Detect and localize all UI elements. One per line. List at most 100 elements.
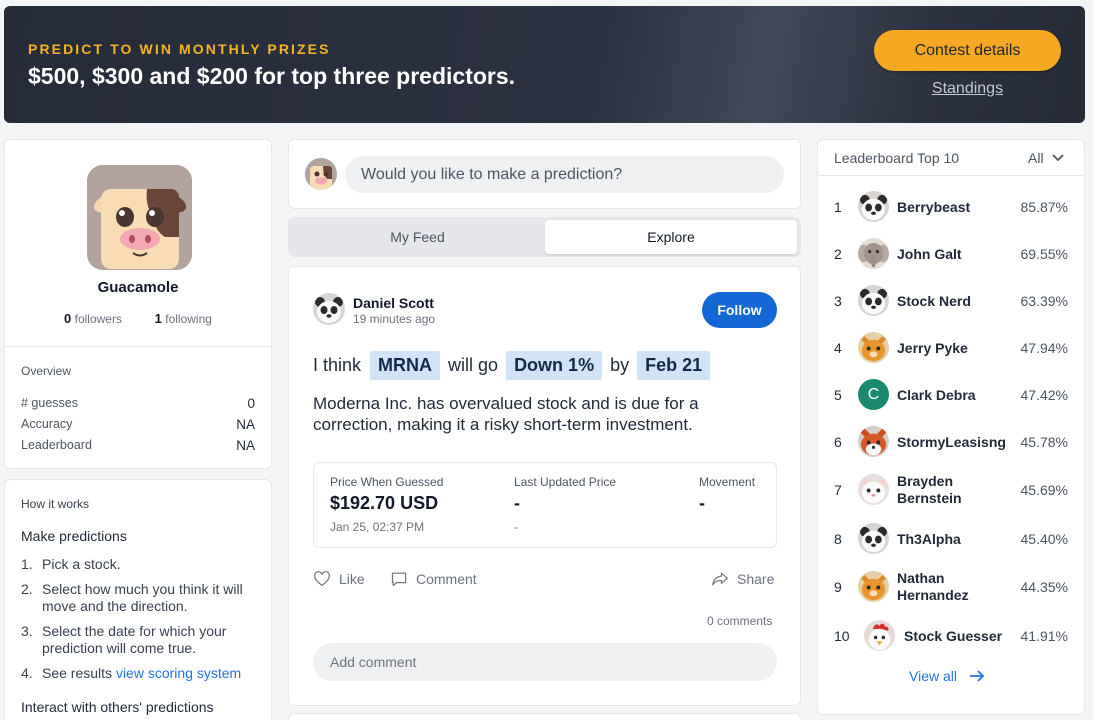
stat-label: Leaderboard [21, 438, 92, 452]
comment-button[interactable]: Comment [390, 571, 477, 587]
leaderboard-name[interactable]: Berrybeast [897, 199, 970, 216]
ticker-chip[interactable]: MRNA [370, 351, 441, 380]
price-value: - [514, 493, 520, 513]
leaderboard-rank: 8 [834, 531, 842, 547]
price-label: Price When Guessed [330, 475, 444, 489]
overview-title: Overview [21, 364, 72, 378]
panda-avatar-icon[interactable] [313, 293, 345, 325]
interact-heading: Interact with others' predictions [21, 699, 214, 715]
stat-leaderboard: Leaderboard NA [21, 438, 255, 453]
step-number: 1. [21, 556, 33, 572]
share-icon [712, 572, 728, 586]
scoring-system-link[interactable]: view scoring system [116, 665, 241, 681]
prediction-input[interactable]: Would you like to make a prediction? [345, 156, 784, 193]
next-post [288, 713, 801, 720]
fox-avatar-icon [858, 426, 889, 457]
stat-value: NA [236, 438, 255, 453]
initial-avatar-icon: C [858, 379, 889, 410]
post-author[interactable]: Daniel Scott [353, 295, 434, 311]
tab-my-feed[interactable]: My Feed [291, 220, 544, 254]
step-text: Pick a stock. [42, 556, 121, 572]
list-item: 2. Select how much you think it will move… [21, 581, 261, 615]
leaderboard-name[interactable]: Stock Nerd [897, 293, 971, 310]
leaderboard-row[interactable]: 4 Jerry Pyke 47.94% [818, 328, 1084, 368]
list-item: 1. Pick a stock. [21, 556, 261, 573]
stat-label: Accuracy [21, 417, 73, 431]
leaderboard-name[interactable]: John Galt [897, 246, 962, 263]
banner-eyebrow: PREDICT TO WIN MONTHLY PRIZES [28, 41, 331, 57]
standings-link[interactable]: Standings [874, 80, 1061, 98]
heart-icon [314, 571, 330, 587]
leaderboard-row[interactable]: 1 Berrybeast 85.87% [818, 187, 1084, 227]
leaderboard-name[interactable]: Brayden Bernstein [897, 473, 997, 507]
leaderboard-row[interactable]: 2 John Galt 69.55% [818, 234, 1084, 274]
stat-label: # guesses [21, 396, 78, 410]
leaderboard-name[interactable]: Clark Debra [897, 387, 976, 404]
post-time: 19 minutes ago [353, 312, 436, 326]
leaderboard-name[interactable]: Stock Guesser [904, 628, 1002, 645]
leaderboard-name[interactable]: StormyLeasisng [897, 434, 1006, 451]
followers-link[interactable]: 0 followers [64, 311, 122, 326]
comment-icon [391, 572, 407, 587]
price-guessed-col: Price When Guessed $192.70 USD Jan 25, 0… [330, 475, 443, 534]
leaderboard-rank: 1 [834, 199, 842, 215]
leaderboard-row[interactable]: 10 Stock Guesser 41.91% [818, 616, 1084, 656]
leaderboard-rank: 3 [834, 293, 842, 309]
leaderboard-name[interactable]: Nathan Hernandez [897, 570, 997, 604]
panda-avatar-icon [858, 523, 889, 554]
following-count: 1 [154, 311, 162, 326]
cat-avatar-icon [858, 332, 889, 363]
rooster-avatar-icon [864, 620, 895, 651]
leaderboard-title: Leaderboard Top 10 [834, 150, 960, 166]
price-label: Last Updated Price [514, 475, 617, 489]
step-text: Select the date for which your predictio… [42, 623, 227, 656]
followers-count: 0 [64, 311, 72, 326]
make-predictions-heading: Make predictions [21, 528, 127, 544]
leaderboard-accuracy: 47.94% [1020, 340, 1068, 356]
view-all-link[interactable]: View all [909, 668, 985, 684]
prediction-post: Daniel Scott 19 minutes ago Follow I thi… [288, 266, 801, 706]
following-link[interactable]: 1 following [154, 311, 212, 326]
cat-white-avatar-icon [858, 474, 889, 505]
list-item: 4. See results view scoring system [21, 665, 261, 682]
leaderboard-accuracy: 44.35% [1020, 579, 1068, 595]
leaderboard-rank: 5 [834, 387, 842, 403]
divider [5, 346, 271, 347]
panda-avatar-icon [858, 191, 889, 222]
prediction-text: will go [448, 355, 499, 375]
leaderboard-row[interactable]: 9 Nathan Hernandez 44.35% [818, 567, 1084, 607]
leaderboard-filter-dropdown[interactable]: All [1028, 150, 1064, 166]
follow-button[interactable]: Follow [702, 292, 777, 328]
comment-count[interactable]: 0 comments [707, 614, 772, 628]
tab-explore[interactable]: Explore [545, 220, 797, 254]
post-body: Moderna Inc. has overvalued stock and is… [313, 394, 699, 434]
date-chip: Feb 21 [637, 351, 711, 380]
add-comment-input[interactable]: Add comment [313, 643, 777, 681]
share-button[interactable]: Share [711, 571, 774, 587]
cow-avatar-icon[interactable] [87, 165, 192, 270]
like-label: Like [339, 571, 365, 587]
filter-value: All [1028, 150, 1044, 166]
contest-details-button[interactable]: Contest details [874, 30, 1061, 71]
leaderboard-row[interactable]: 8 Th3Alpha 45.40% [818, 519, 1084, 559]
price-date: - [514, 520, 518, 534]
leaderboard-row[interactable]: 3 Stock Nerd 63.39% [818, 281, 1084, 321]
leaderboard-row[interactable]: 6 StormyLeasisng 45.78% [818, 422, 1084, 462]
promo-banner: PREDICT TO WIN MONTHLY PRIZES $500, $300… [4, 6, 1085, 123]
banner-headline: $500, $300 and $200 for top three predic… [28, 63, 516, 89]
view-all-label: View all [909, 668, 957, 684]
stat-guesses: # guesses 0 [21, 396, 255, 411]
price-value: $192.70 USD [330, 493, 439, 513]
divider [818, 175, 1084, 176]
leaderboard-row[interactable]: 5 C Clark Debra 47.42% [818, 375, 1084, 415]
how-it-works-card: How it works Make predictions 1. Pick a s… [4, 479, 272, 720]
like-button[interactable]: Like [313, 571, 365, 587]
stat-value: 0 [247, 396, 255, 411]
leaderboard-name[interactable]: Jerry Pyke [897, 340, 968, 357]
leaderboard-rank: 10 [834, 628, 850, 644]
leaderboard-rank: 4 [834, 340, 842, 356]
leaderboard-name[interactable]: Th3Alpha [897, 531, 961, 548]
profile-name: Guacamole [97, 279, 179, 296]
leaderboard-accuracy: 45.69% [1020, 482, 1068, 498]
leaderboard-row[interactable]: 7 Brayden Bernstein 45.69% [818, 470, 1084, 510]
